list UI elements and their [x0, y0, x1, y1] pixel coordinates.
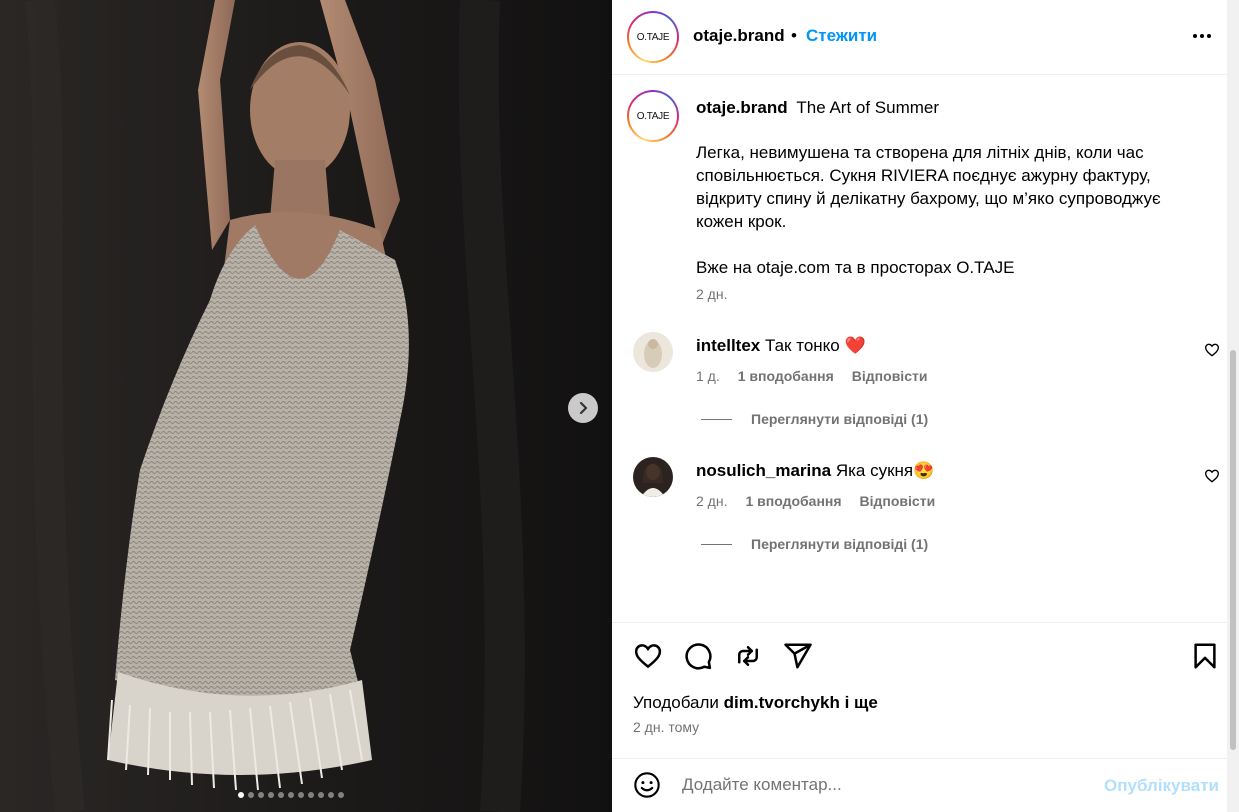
more-options-icon[interactable] — [1190, 26, 1214, 46]
comment-text: nosulich_marina Яка сукня😍 — [696, 461, 934, 481]
follow-button[interactable]: Стежити — [806, 26, 877, 46]
comment-meta: 1 д. 1 вподобання Відповісти — [696, 368, 927, 384]
author-avatar[interactable]: O.TAJE — [627, 11, 679, 63]
like-comment-icon[interactable] — [1204, 468, 1220, 484]
caption-text: Легка, невимушена та створена для літніх… — [696, 141, 1196, 302]
comment-time: 1 д. — [696, 368, 720, 384]
carousel-dot — [328, 792, 334, 798]
carousel-dot — [338, 792, 344, 798]
comment-likes[interactable]: 1 вподобання — [738, 368, 834, 384]
chevron-right-icon — [579, 401, 588, 415]
comment-username[interactable]: intelltex — [696, 336, 760, 355]
likes-user-link[interactable]: dim.tvorchykh — [724, 693, 840, 712]
carousel-dot — [258, 792, 264, 798]
comment-input[interactable] — [682, 773, 1082, 797]
comment-icon[interactable] — [683, 641, 713, 671]
bookmark-icon[interactable] — [1190, 641, 1220, 671]
heart-eyes-emoji: 😍 — [913, 461, 935, 480]
carousel-dot — [298, 792, 304, 798]
comment-body: Так тонко — [764, 336, 840, 355]
heart-icon[interactable] — [633, 641, 663, 671]
publish-button[interactable]: Опублікувати — [1104, 776, 1219, 796]
comment-time: 2 дн. — [696, 493, 728, 509]
like-comment-icon[interactable] — [1204, 342, 1220, 358]
replies-divider — [701, 418, 732, 420]
likes-summary: Уподобали dim.tvorchykh і ще — [633, 693, 878, 713]
caption-username[interactable]: otaje.brand — [696, 98, 788, 117]
reply-button[interactable]: Відповісти — [852, 368, 928, 384]
comment-composer: Опублікувати — [612, 758, 1227, 812]
post-timestamp[interactable]: 2 дн. тому — [633, 719, 699, 735]
comment-meta: 2 дн. 1 вподобання Відповісти — [696, 493, 935, 509]
comment-likes[interactable]: 1 вподобання — [745, 493, 841, 509]
commenter-avatar[interactable] — [633, 457, 673, 497]
caption-timestamp: 2 дн. — [696, 286, 728, 302]
likes-suffix[interactable]: і ще — [845, 693, 878, 712]
scrollbar[interactable] — [1227, 0, 1239, 812]
carousel-dot — [248, 792, 254, 798]
commenter-avatar[interactable] — [633, 332, 673, 372]
brand-logo: O.TAJE — [636, 31, 670, 43]
caption-headline: otaje.brand The Art of Summer — [696, 98, 939, 118]
view-replies-label: Переглянути відповіді (1) — [751, 411, 929, 427]
comment-body: Яка сукня — [835, 461, 914, 480]
view-replies-button[interactable]: Переглянути відповіді (1) — [701, 536, 928, 552]
emoji-icon[interactable] — [633, 771, 661, 799]
replies-divider — [701, 543, 732, 545]
share-icon[interactable] — [783, 641, 813, 671]
view-replies-label: Переглянути відповіді (1) — [751, 536, 929, 552]
caption-title: The Art of Summer — [796, 98, 940, 117]
repost-icon[interactable] — [733, 641, 763, 671]
caption-author-avatar[interactable]: O.TAJE — [627, 90, 679, 142]
post-photo — [0, 0, 612, 812]
brand-logo: O.TAJE — [636, 110, 670, 122]
comment-text: intelltex Так тонко ❤️ — [696, 336, 866, 356]
scrollbar-thumb[interactable] — [1230, 350, 1236, 750]
comments-section: O.TAJE otaje.brand The Art of Summer Лег… — [612, 76, 1227, 622]
caption-paragraph: Легка, невимушена та створена для літніх… — [696, 143, 1161, 231]
caption-paragraph: Вже на otaje.com та в просторах O.TAJE — [696, 258, 1015, 277]
heart-emoji: ❤️ — [844, 336, 866, 355]
carousel-dot — [278, 792, 284, 798]
separator-dot: • — [791, 26, 797, 45]
comment-username[interactable]: nosulich_marina — [696, 461, 831, 480]
carousel-dot — [238, 792, 244, 798]
post-media — [0, 0, 612, 812]
carousel-dot — [268, 792, 274, 798]
carousel-next-button[interactable] — [568, 393, 598, 423]
carousel-dot — [308, 792, 314, 798]
author-username[interactable]: otaje.brand — [693, 26, 785, 46]
view-replies-button[interactable]: Переглянути відповіді (1) — [701, 411, 928, 427]
post-actions: Уподобали dim.tvorchykh і ще 2 дн. тому — [612, 622, 1227, 758]
post-sidebar: O.TAJE otaje.brand • Стежити O.TAJE otaj… — [612, 0, 1239, 812]
reply-button[interactable]: Відповісти — [860, 493, 936, 509]
carousel-indicator — [238, 792, 344, 798]
post-header: O.TAJE otaje.brand • Стежити — [612, 0, 1227, 75]
carousel-dot — [318, 792, 324, 798]
carousel-dot — [288, 792, 294, 798]
likes-prefix: Уподобали — [633, 693, 719, 712]
